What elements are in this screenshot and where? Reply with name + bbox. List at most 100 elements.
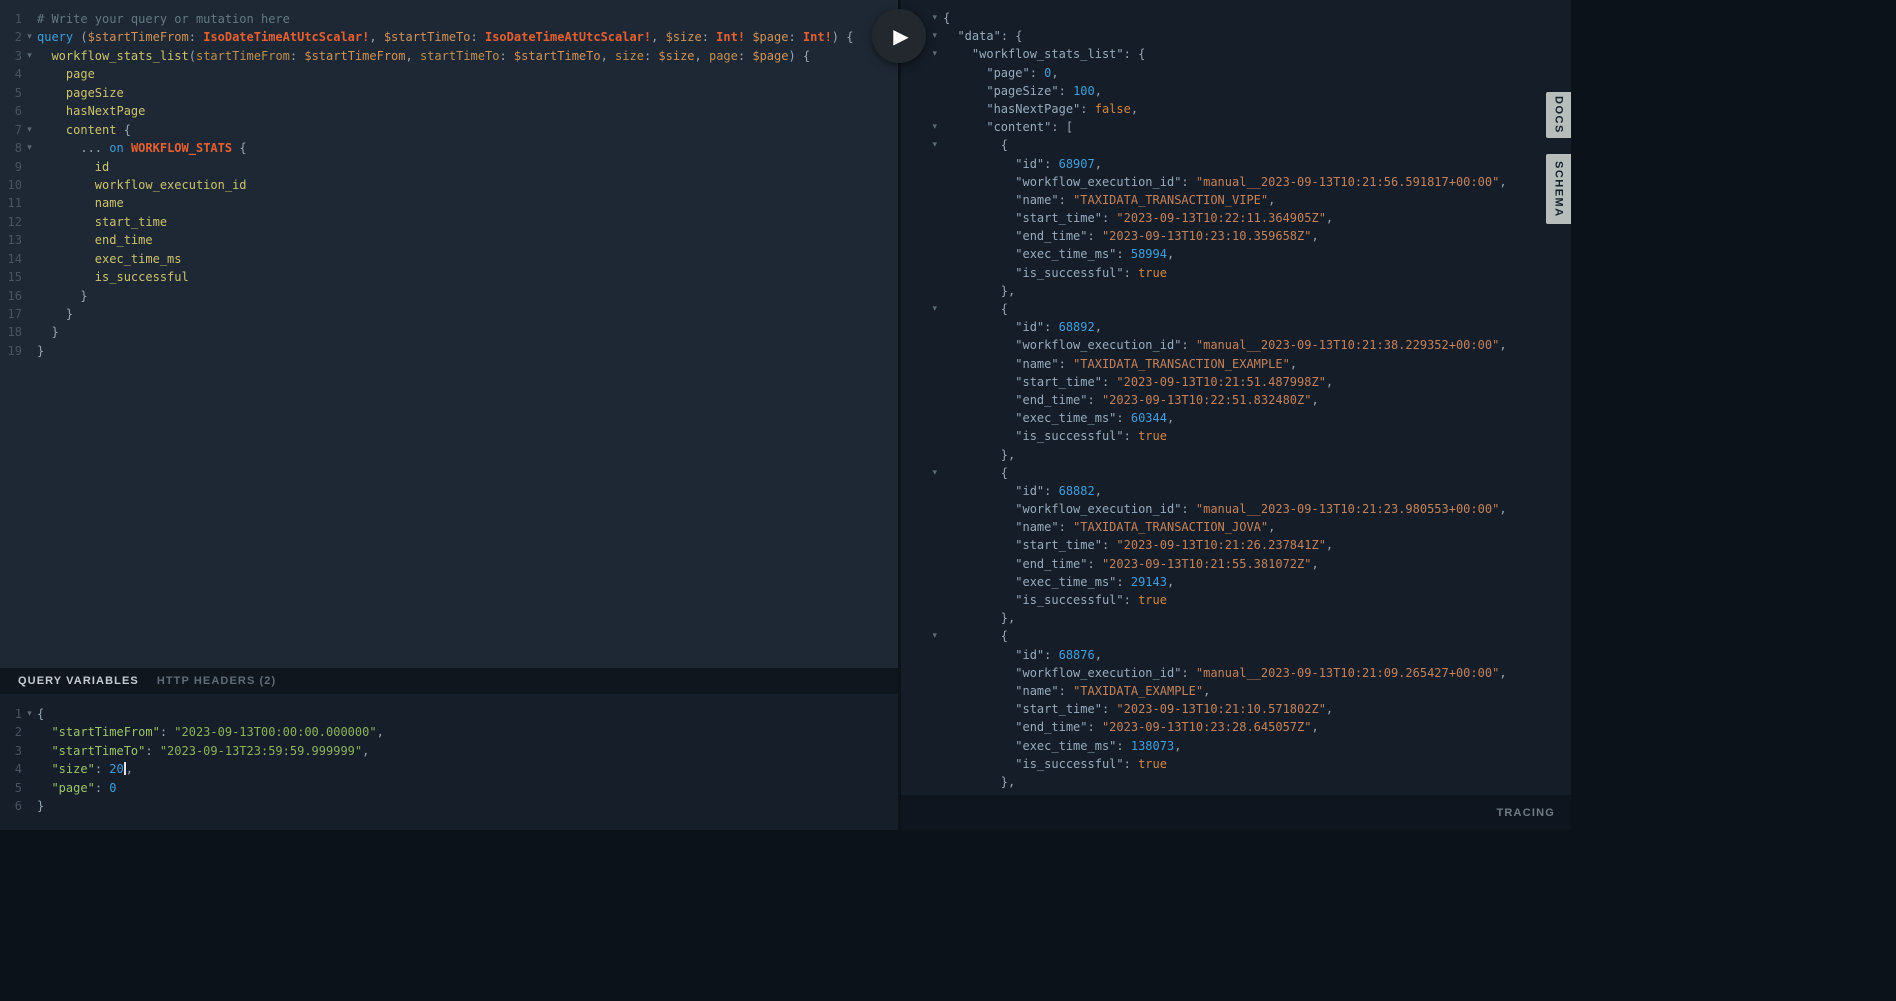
line-number: 3 (0, 742, 22, 760)
fold-spacer (901, 282, 943, 300)
fold-arrow-icon[interactable]: ▾ (22, 121, 37, 139)
line-text: "id": 68876, (943, 646, 1102, 664)
fold-spacer (901, 173, 943, 191)
tab-http-headers[interactable]: HTTP HEADERS (2) (157, 675, 276, 687)
schema-tab[interactable]: SCHEMA (1546, 154, 1571, 224)
query-variables-editor[interactable]: 1▾{2 "startTimeFrom": "2023-09-13T00:00:… (0, 694, 898, 830)
line-text: { (37, 705, 44, 723)
line-text: "startTimeTo": "2023-09-13T23:59:59.9999… (37, 742, 369, 760)
fold-spacer (901, 646, 943, 664)
code-line: 1# Write your query or mutation here (0, 10, 898, 28)
fold-spacer (22, 797, 37, 815)
fold-arrow-icon[interactable]: ▾ (22, 47, 37, 65)
fold-spacer (901, 373, 943, 391)
fold-spacer (901, 664, 943, 682)
line-text: { (943, 300, 1008, 318)
line-text: "id": 68907, (943, 155, 1102, 173)
line-number: 4 (0, 65, 22, 83)
execute-button[interactable]: ▶ (872, 9, 926, 63)
fold-arrow-icon[interactable]: ▾ (901, 300, 943, 318)
code-line: "end_time": "2023-09-13T10:22:51.832480Z… (901, 391, 1571, 409)
line-text: "name": "TAXIDATA_TRANSACTION_EXAMPLE", (943, 355, 1297, 373)
playground-window: 1# Write your query or mutation here2▾qu… (0, 0, 1571, 830)
fold-arrow-icon[interactable]: ▾ (22, 705, 37, 723)
code-line: ▾{ (901, 9, 1571, 27)
line-text: "id": 68892, (943, 318, 1102, 336)
tracing-bar[interactable]: TRACING (901, 795, 1571, 830)
tab-query-variables[interactable]: QUERY VARIABLES (18, 675, 139, 687)
code-line: 6} (0, 797, 898, 815)
code-line: "hasNextPage": false, (901, 100, 1571, 118)
fold-spacer (22, 194, 37, 212)
line-text: "end_time": "2023-09-13T10:21:55.381072Z… (943, 555, 1319, 573)
code-line: ▾ { (901, 136, 1571, 154)
response-viewer[interactable]: ▾{▾ "data": {▾ "workflow_stats_list": { … (901, 0, 1571, 795)
line-text: "start_time": "2023-09-13T10:21:10.57180… (943, 700, 1333, 718)
fold-spacer (901, 209, 943, 227)
fold-spacer (901, 100, 943, 118)
code-line: 12 start_time (0, 213, 898, 231)
fold-spacer (22, 250, 37, 268)
fold-spacer (901, 718, 943, 736)
code-line: }, (901, 773, 1571, 791)
line-number: 1 (0, 705, 22, 723)
line-text: "workflow_execution_id": "manual__2023-0… (943, 173, 1507, 191)
fold-spacer (901, 409, 943, 427)
code-line: 19} (0, 342, 898, 360)
code-line: 6 hasNextPage (0, 102, 898, 120)
line-text: "name": "TAXIDATA_TRANSACTION_VIPE", (943, 191, 1275, 209)
code-line: }, (901, 609, 1571, 627)
code-line: "name": "TAXIDATA_TRANSACTION_JOVA", (901, 518, 1571, 536)
line-text: "end_time": "2023-09-13T10:23:10.359658Z… (943, 227, 1319, 245)
line-number: 1 (0, 10, 22, 28)
line-text: "workflow_execution_id": "manual__2023-0… (943, 336, 1507, 354)
query-editor[interactable]: 1# Write your query or mutation here2▾qu… (0, 0, 898, 668)
fold-arrow-icon[interactable]: ▾ (901, 136, 943, 154)
code-line: "exec_time_ms": 58994, (901, 245, 1571, 263)
variables-tab-bar: QUERY VARIABLES HTTP HEADERS (2) (0, 668, 898, 694)
code-line: ▾ "data": { (901, 27, 1571, 45)
fold-arrow-icon[interactable]: ▾ (901, 464, 943, 482)
docs-tab[interactable]: DOCS (1546, 92, 1571, 138)
line-text: "start_time": "2023-09-13T10:21:26.23784… (943, 536, 1333, 554)
fold-arrow-icon[interactable]: ▾ (901, 118, 943, 136)
fold-arrow-icon[interactable]: ▾ (22, 28, 37, 46)
code-line: "is_successful": true (901, 755, 1571, 773)
code-line: 2 "startTimeFrom": "2023-09-13T00:00:00.… (0, 723, 898, 741)
fold-spacer (901, 536, 943, 554)
fold-spacer (22, 779, 37, 797)
line-text: "name": "TAXIDATA_TRANSACTION_JOVA", (943, 518, 1275, 536)
line-text: id (37, 158, 109, 176)
line-text: "start_time": "2023-09-13T10:22:11.36490… (943, 209, 1333, 227)
line-text: { (943, 464, 1008, 482)
code-line: 3 "startTimeTo": "2023-09-13T23:59:59.99… (0, 742, 898, 760)
code-line: ▾ { (901, 464, 1571, 482)
fold-spacer (901, 64, 943, 82)
line-number: 4 (0, 760, 22, 778)
code-line: "exec_time_ms": 60344, (901, 409, 1571, 427)
fold-spacer (22, 231, 37, 249)
code-line: 5 "page": 0 (0, 779, 898, 797)
line-number: 10 (0, 176, 22, 194)
line-text: "is_successful": true (943, 427, 1167, 445)
line-number: 2 (0, 28, 22, 46)
line-text: } (37, 797, 44, 815)
graphql-playground: 1# Write your query or mutation here2▾qu… (0, 0, 1896, 1001)
line-text: name (37, 194, 124, 212)
code-line: "exec_time_ms": 138073, (901, 737, 1571, 755)
code-line: "pageSize": 100, (901, 82, 1571, 100)
line-text: } (37, 305, 73, 323)
code-line: 7▾ content { (0, 121, 898, 139)
code-line: }, (901, 446, 1571, 464)
fold-spacer (901, 609, 943, 627)
fold-arrow-icon[interactable]: ▾ (901, 627, 943, 645)
fold-arrow-icon[interactable]: ▾ (22, 139, 37, 157)
code-line: 1▾{ (0, 705, 898, 723)
code-line: 8▾ ... on WORKFLOW_STATS { (0, 139, 898, 157)
line-number: 5 (0, 84, 22, 102)
code-line: "id": 68882, (901, 482, 1571, 500)
line-text: is_successful (37, 268, 189, 286)
line-text: page (37, 65, 95, 83)
line-text: "data": { (943, 27, 1023, 45)
line-text: workflow_execution_id (37, 176, 247, 194)
